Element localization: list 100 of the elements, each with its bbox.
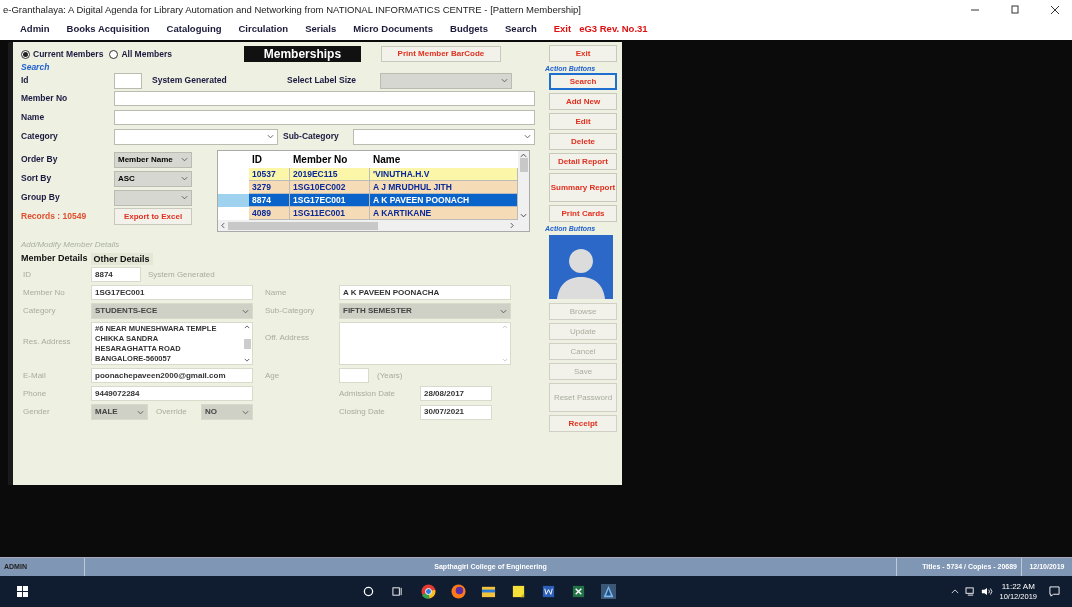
tab[interactable]: Other Details	[90, 253, 153, 265]
dropdown-caret-icon	[242, 409, 249, 415]
note-icon[interactable]	[511, 584, 527, 599]
column-header[interactable]: Member No	[290, 152, 370, 167]
radio-button[interactable]: Current Members	[21, 47, 104, 61]
vertical-scrollbar[interactable]	[242, 323, 252, 364]
table-row[interactable]: 8874 1SG17EC001 A K PAVEEN POONACH	[218, 194, 518, 207]
app-icon[interactable]	[601, 584, 617, 599]
table-cell: A K PAVEEN POONACH	[370, 194, 518, 207]
table-cell: A KARTIKANE	[370, 207, 518, 220]
document-icon[interactable]	[541, 584, 557, 599]
menu-item[interactable]: Exit	[553, 21, 572, 37]
scroll-thumb[interactable]	[243, 338, 251, 349]
network-icon[interactable]	[965, 587, 977, 596]
text-field[interactable]: 1SG17EC001	[91, 285, 253, 300]
spreadsheet-icon[interactable]	[571, 584, 587, 599]
field-label: Gender	[23, 406, 51, 418]
member-no-field[interactable]	[114, 91, 535, 106]
field-label: Sub-Category	[283, 130, 340, 143]
dropdown[interactable]	[114, 128, 278, 145]
search-icon[interactable]	[363, 586, 375, 597]
maximize-icon[interactable]	[1010, 5, 1020, 15]
table-row[interactable]: 10537 2019EC115 'VINUTHA.H.V	[218, 168, 518, 181]
scroll-right-icon[interactable]	[510, 222, 514, 229]
scroll-left-icon[interactable]	[221, 222, 225, 229]
menu-item[interactable]: Books Acquisition	[66, 21, 150, 37]
address-field[interactable]	[339, 322, 511, 365]
dropdown[interactable]	[380, 72, 512, 89]
dropdown-caret-icon	[181, 195, 188, 200]
email-field[interactable]: poonachepaveen2000@gmail.com	[91, 368, 253, 383]
dropdown-caret-icon	[242, 308, 249, 314]
field-label: Order By	[21, 153, 59, 166]
radio-button[interactable]: All Members	[109, 47, 172, 61]
browser-icon[interactable]	[421, 584, 437, 599]
id-field[interactable]: 8874	[91, 267, 141, 282]
action-button[interactable]: Add New	[549, 93, 617, 110]
windows-start-icon[interactable]	[17, 586, 28, 597]
name-field[interactable]	[114, 110, 535, 125]
scroll-up-icon[interactable]	[520, 153, 527, 158]
member-photo-placeholder	[549, 235, 613, 299]
menu-item[interactable]: Admin	[20, 21, 50, 37]
action-button[interactable]: Detail Report	[549, 153, 617, 170]
field-label: (Years)	[377, 369, 403, 382]
action-button[interactable]: Summary Report	[549, 173, 617, 202]
text-field[interactable]: A K PAVEEN POONACHA	[339, 285, 511, 300]
task-view-icon[interactable]	[392, 586, 404, 597]
age-field[interactable]	[339, 368, 369, 383]
dropdown[interactable]: NO	[201, 404, 253, 420]
field-label: Age	[265, 369, 281, 382]
table-cell: 1SG10EC002	[290, 181, 370, 194]
close-icon[interactable]	[1050, 5, 1060, 15]
dropdown-caret-icon	[137, 409, 144, 415]
action-button[interactable]: Search	[549, 73, 617, 90]
table-cell: 'VINUTHA.H.V	[370, 168, 518, 181]
section-caption: Add/Modify Member Details	[21, 239, 121, 251]
date-field[interactable]: 28/08/2017	[420, 386, 492, 401]
dropdown-caret-icon	[181, 157, 188, 162]
dropdown[interactable]: MALE	[91, 404, 148, 420]
menu-item[interactable]: Serials	[305, 21, 337, 37]
vertical-scrollbar[interactable]	[518, 151, 529, 220]
scroll-thumb[interactable]	[519, 158, 528, 172]
table-cell: 3279	[249, 181, 290, 194]
folder-icon[interactable]	[481, 584, 497, 599]
dropdown[interactable]	[114, 189, 192, 206]
dropdown-caret-icon	[524, 134, 531, 139]
scroll-down-icon[interactable]	[520, 213, 527, 218]
menu-item[interactable]: Micro Documents	[353, 21, 433, 37]
dropdown[interactable]: Member Name	[114, 151, 192, 168]
action-button[interactable]: Print Cards	[549, 205, 617, 222]
id-field[interactable]	[114, 72, 142, 89]
scroll-down-icon[interactable]	[244, 358, 250, 362]
dropdown[interactable]	[353, 128, 535, 145]
table-row[interactable]: 4089 1SG11EC001 A KARTIKANE	[218, 207, 518, 220]
menu-item[interactable]: Cataloguing	[166, 21, 222, 37]
date-field[interactable]: 30/07/2021	[420, 404, 492, 420]
scroll-up-icon[interactable]	[244, 325, 250, 329]
table-cell: 8874	[249, 194, 290, 207]
column-header[interactable]: ID	[249, 152, 290, 167]
action-button[interactable]: Edit	[549, 113, 617, 130]
records-count: Records : 10549	[21, 210, 88, 223]
menu-item[interactable]: Circulation	[238, 21, 289, 37]
print-barcode-button[interactable]: Print Member BarCode	[380, 46, 501, 62]
dropdown[interactable]: STUDENTS-ECE	[91, 303, 253, 319]
action-button[interactable]: Delete	[549, 133, 617, 150]
notification-icon[interactable]	[1049, 586, 1060, 597]
scroll-thumb[interactable]	[228, 221, 378, 230]
phone-field[interactable]: 9449072284	[91, 386, 253, 401]
table-row[interactable]: 3279 1SG10EC002 A J MRUDHUL JITH	[218, 181, 518, 194]
action-button[interactable]: Exit	[549, 45, 617, 62]
browser-icon[interactable]	[451, 584, 467, 599]
dropdown[interactable]: ASC	[114, 170, 192, 187]
action-button[interactable]: Receipt	[549, 415, 617, 432]
column-header[interactable]: Name	[370, 152, 518, 167]
menu-item[interactable]: Budgets	[450, 21, 488, 37]
chevron-up-icon[interactable]	[951, 589, 960, 594]
menu-item[interactable]: Search	[505, 21, 537, 37]
horizontal-scrollbar[interactable]	[218, 220, 529, 231]
speaker-icon[interactable]	[981, 587, 994, 596]
dropdown[interactable]: FIFTH SEMESTER	[339, 303, 511, 319]
export-button[interactable]: Export to Excel	[114, 208, 192, 225]
